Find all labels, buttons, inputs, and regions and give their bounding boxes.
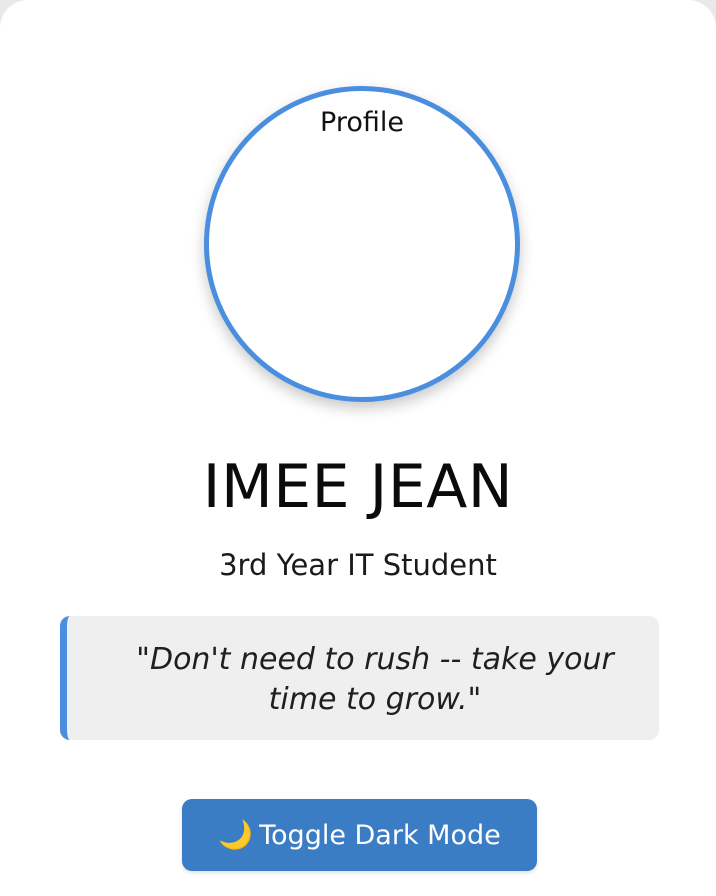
profile-avatar: Profile <box>204 86 520 402</box>
profile-subtitle: 3rd Year IT Student <box>219 548 497 582</box>
profile-name: IMEE JEAN <box>202 452 514 522</box>
quote-text: "Don't need to rush -- take your time to… <box>136 642 614 717</box>
profile-card: Profile IMEE JEAN 3rd Year IT Student "D… <box>0 0 716 896</box>
toggle-dark-mode-button[interactable]: 🌙 Toggle Dark Mode <box>182 799 537 871</box>
toggle-dark-mode-label: Toggle Dark Mode <box>259 819 501 851</box>
quote-block: "Don't need to rush -- take your time to… <box>60 616 659 740</box>
moon-icon: 🌙 <box>218 818 254 851</box>
avatar-alt-text: Profile <box>320 107 404 138</box>
